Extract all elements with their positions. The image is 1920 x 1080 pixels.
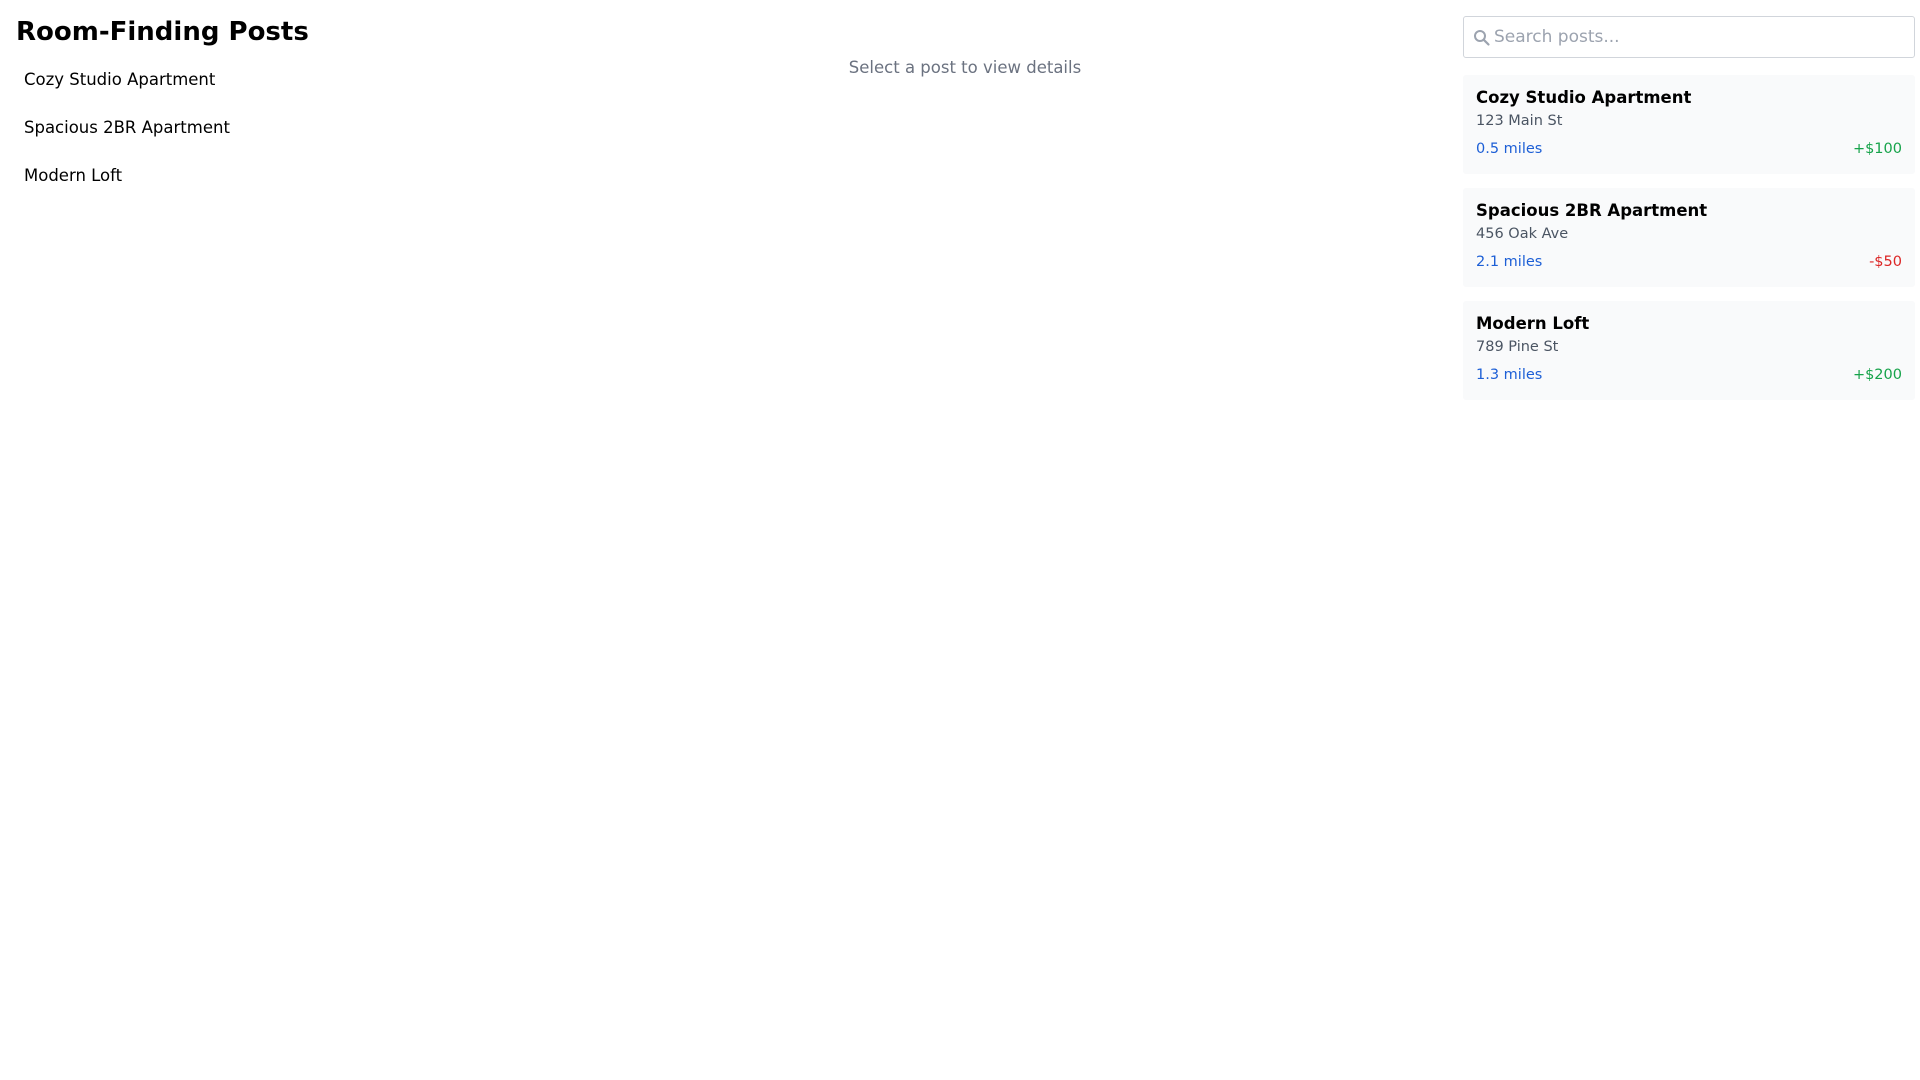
- search-input[interactable]: [1494, 17, 1910, 57]
- post-list: Cozy Studio Apartment Spacious 2BR Apart…: [16, 68, 576, 212]
- search-icon: [1474, 30, 1490, 46]
- post-card-modern-loft[interactable]: Modern Loft 789 Pine St 1.3 miles +$200: [1463, 301, 1915, 400]
- post-detail-panel: Select a post to view details: [600, 56, 1330, 80]
- search-box: [1463, 16, 1915, 58]
- post-card-price-diff: +$200: [1852, 367, 1902, 383]
- post-card-distance: 2.1 miles: [1476, 254, 1543, 270]
- post-card-footer: 1.3 miles +$200: [1476, 365, 1902, 385]
- post-card-title: Spacious 2BR Apartment: [1476, 201, 1708, 220]
- post-list-item-modern-loft[interactable]: Modern Loft: [16, 164, 576, 212]
- post-card-distance: 0.5 miles: [1476, 141, 1543, 157]
- post-list-item-spacious-2br[interactable]: Spacious 2BR Apartment: [16, 116, 576, 164]
- post-card-cozy-studio[interactable]: Cozy Studio Apartment 123 Main St 0.5 mi…: [1463, 75, 1915, 174]
- post-card-address: 456 Oak Ave: [1476, 226, 1569, 242]
- search-results-panel: Cozy Studio Apartment 123 Main St 0.5 mi…: [1463, 16, 1915, 414]
- post-card-distance: 1.3 miles: [1476, 367, 1543, 383]
- post-card-title: Cozy Studio Apartment: [1476, 88, 1692, 107]
- post-card-footer: 0.5 miles +$100: [1476, 139, 1902, 159]
- app-root: Room-Finding Posts Cozy Studio Apartment…: [0, 0, 1920, 1080]
- post-card-price-diff: -$50: [1869, 254, 1902, 270]
- post-card-address: 789 Pine St: [1476, 339, 1559, 355]
- post-card-footer: 2.1 miles -$50: [1476, 252, 1902, 272]
- post-list-item-cozy-studio[interactable]: Cozy Studio Apartment: [16, 68, 576, 116]
- post-list-panel: Room-Finding Posts Cozy Studio Apartment…: [16, 14, 576, 212]
- post-card-spacious-2br[interactable]: Spacious 2BR Apartment 456 Oak Ave 2.1 m…: [1463, 188, 1915, 287]
- empty-detail-message: Select a post to view details: [848, 58, 1082, 77]
- post-card-address: 123 Main St: [1476, 113, 1563, 129]
- post-card-list: Cozy Studio Apartment 123 Main St 0.5 mi…: [1463, 75, 1915, 400]
- post-card-title: Modern Loft: [1476, 314, 1590, 333]
- post-card-price-diff: +$100: [1852, 141, 1902, 157]
- page-title: Room-Finding Posts: [16, 17, 309, 47]
